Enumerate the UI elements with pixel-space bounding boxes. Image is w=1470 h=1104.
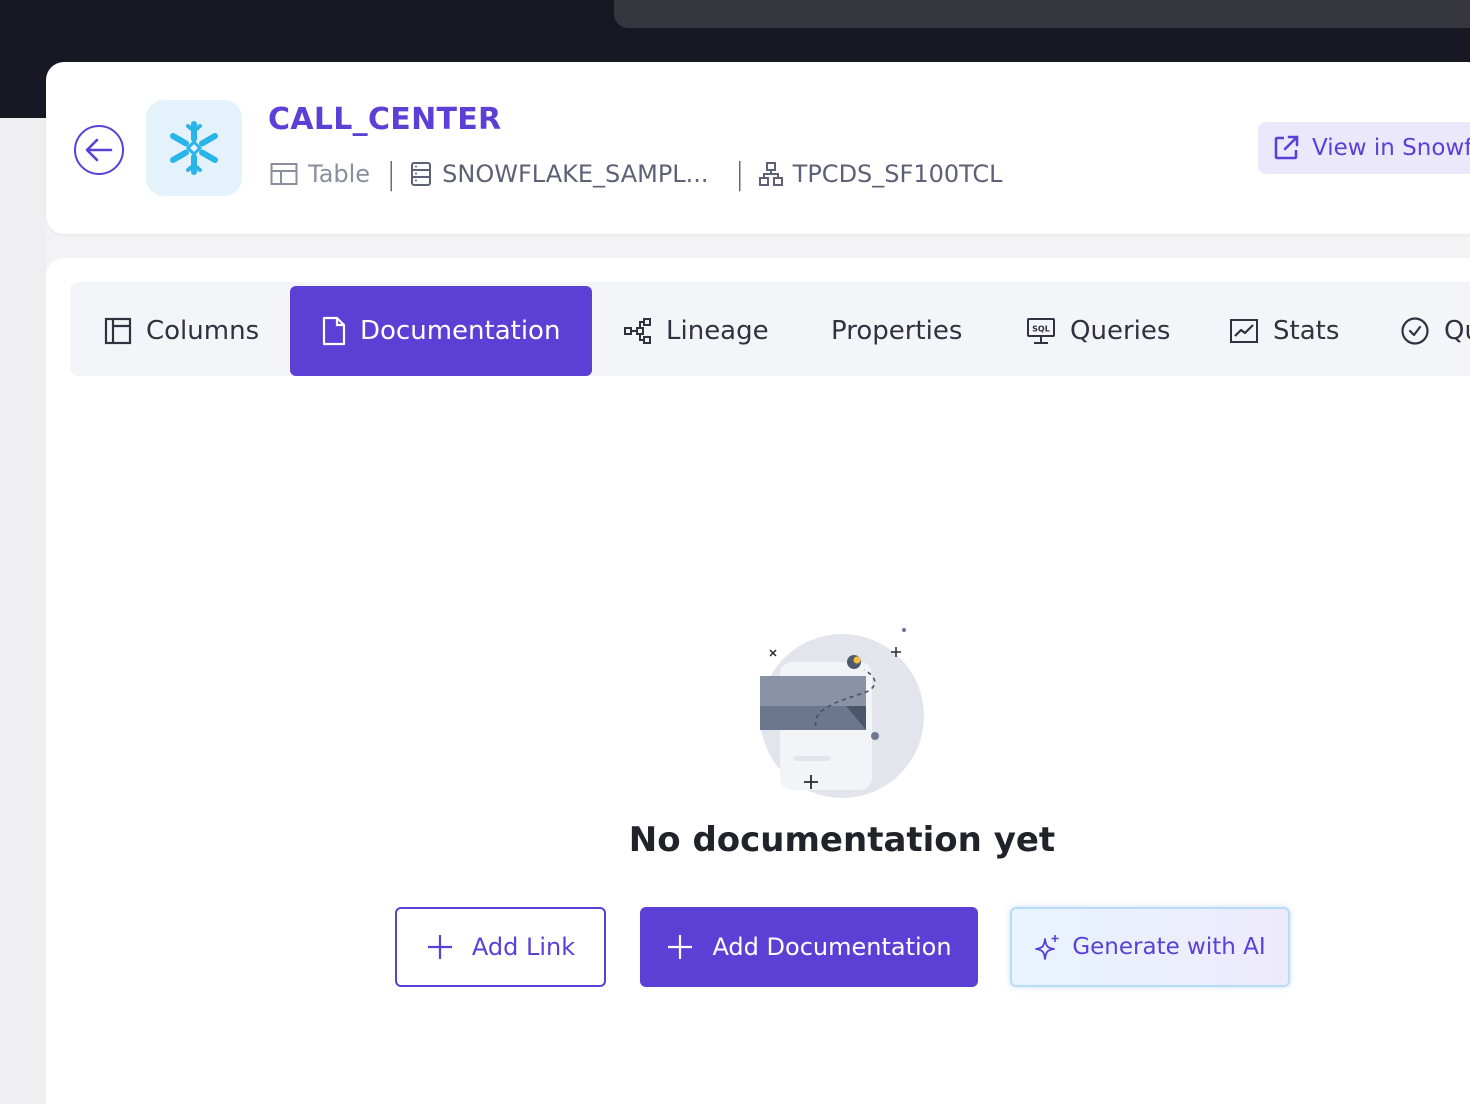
tab-label: Properties — [831, 316, 963, 346]
sparkle-icon — [1035, 935, 1059, 960]
empty-state-title: No documentation yet — [628, 820, 1056, 860]
plus-icon — [668, 935, 693, 959]
tab-label: Columns — [146, 316, 260, 346]
asset-header: CALL_CENTER Table | SNOWFLAKE_SAMPL... | — [46, 62, 1470, 234]
sql-monitor-icon: SQL — [1027, 318, 1055, 344]
snowflake-icon — [170, 121, 218, 175]
svg-text:SQL: SQL — [1032, 325, 1050, 334]
schema-link[interactable]: TPCDS_SF100TCL — [758, 160, 1003, 188]
tab-label: Queries — [1070, 316, 1171, 346]
tab-bar: Columns Documentation Lineage Properties — [70, 282, 1470, 376]
tab-stats[interactable]: Stats — [1229, 286, 1339, 376]
back-button[interactable] — [74, 125, 124, 175]
tab-label: Lineage — [666, 316, 769, 346]
database-name: SNOWFLAKE_SAMPL... — [442, 160, 709, 188]
tab-label: Stats — [1273, 316, 1340, 346]
schema-icon — [758, 162, 783, 186]
check-circle-icon — [1401, 317, 1429, 345]
tab-properties[interactable]: Properties — [831, 286, 962, 376]
lineage-icon — [624, 318, 651, 344]
tab-columns[interactable]: Columns — [104, 286, 259, 376]
view-in-snowflake-button[interactable]: View in Snowf — [1258, 122, 1470, 174]
generate-ai-label: Generate with AI — [1072, 934, 1266, 960]
table-icon — [270, 163, 298, 185]
page-title: CALL_CENTER — [268, 102, 502, 137]
tab-label: Documentation — [360, 316, 561, 346]
content-panel: Columns Documentation Lineage Properties — [46, 258, 1470, 1104]
tab-documentation[interactable]: Documentation — [290, 286, 593, 376]
add-documentation-label: Add Documentation — [712, 933, 952, 961]
external-link-icon — [1274, 135, 1299, 160]
plus-icon — [427, 935, 452, 959]
asset-type: Table — [270, 160, 370, 188]
tab-quality[interactable]: Qu — [1400, 286, 1470, 376]
chart-icon — [1230, 319, 1258, 343]
database-link[interactable]: SNOWFLAKE_SAMPL... — [410, 160, 709, 188]
database-icon — [411, 162, 432, 186]
tab-label: Qu — [1444, 316, 1470, 346]
add-documentation-button[interactable]: Add Documentation — [640, 907, 978, 987]
meta-divider: | — [386, 156, 397, 192]
snowflake-logo — [146, 100, 242, 196]
asset-type-label: Table — [308, 160, 371, 188]
tab-lineage[interactable]: Lineage — [624, 286, 769, 376]
columns-icon — [104, 317, 132, 345]
add-link-button[interactable]: Add Link — [395, 907, 606, 987]
schema-name: TPCDS_SF100TCL — [792, 160, 1003, 188]
document-icon — [322, 316, 346, 346]
arrow-left-icon — [85, 138, 113, 162]
meta-divider: | — [734, 156, 745, 192]
asset-meta: Table | SNOWFLAKE_SAMPL... | TPCDS_SF100… — [270, 156, 1003, 192]
add-link-label: Add Link — [471, 933, 576, 961]
empty-documentation-illustration — [760, 628, 924, 798]
global-search-bar[interactable] — [614, 0, 1470, 28]
tab-queries[interactable]: SQL Queries — [1026, 286, 1170, 376]
sidebar-edge — [0, 118, 46, 1104]
generate-with-ai-button[interactable]: Generate with AI — [1010, 907, 1290, 987]
view-button-label: View in Snowf — [1312, 135, 1470, 161]
